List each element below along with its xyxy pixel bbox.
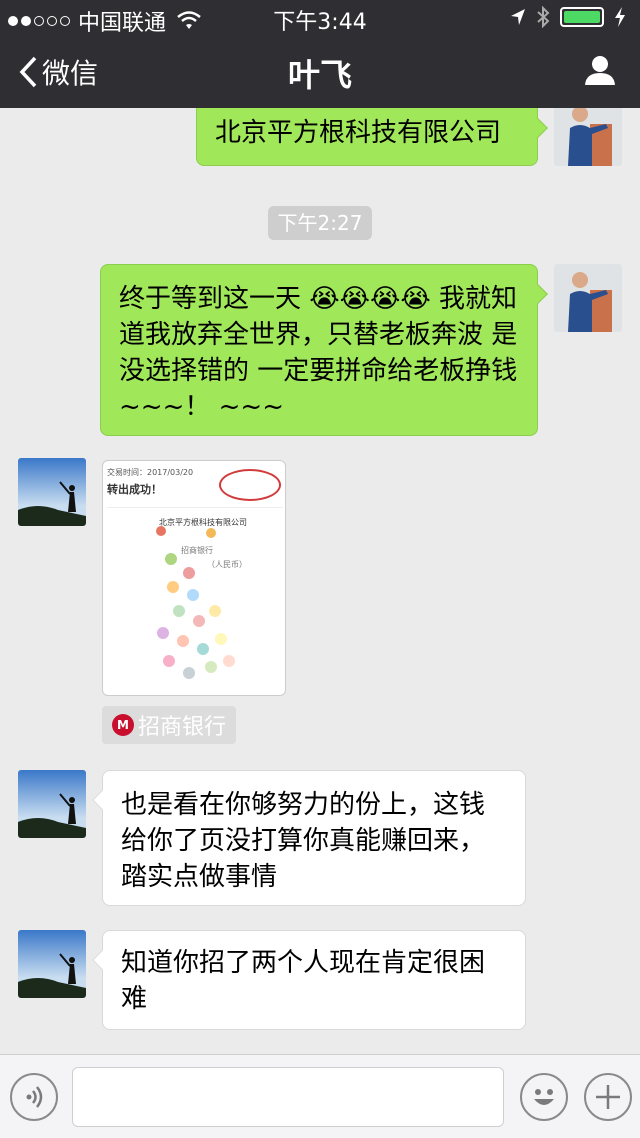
voice-button[interactable] — [10, 1073, 58, 1121]
bluetooth-icon — [537, 6, 550, 28]
message-text: 也是看在你够努力的份上，这钱给你了页没打算你真能赚回来，踏实点做事情 — [121, 790, 486, 892]
avatar-other[interactable] — [18, 458, 86, 526]
message-text: 知道你招了两个人现在肯定很困难 — [121, 948, 486, 1014]
status-bar: 中国联通 下午3:44 — [0, 0, 640, 36]
avatar-other[interactable] — [18, 930, 86, 998]
message-bubble-me[interactable]: 终于等到这一天 😭😭😭😭 我就知道我放弃全世界，只替老板奔波 是没选择错的 一定… — [100, 264, 548, 436]
voice-icon — [26, 1086, 43, 1108]
transfer-receipt-image[interactable]: 交易时间：2017/03/20 转出成功！ 北京平方根科技有限公司 招商银行 （… — [102, 460, 286, 696]
profile-button[interactable] — [584, 54, 616, 90]
avatar-other[interactable] — [18, 770, 86, 838]
status-right — [510, 6, 626, 28]
back-button[interactable]: 微信 — [18, 52, 98, 92]
message-bubble-me[interactable]: 北京平方根科技有限公司 — [196, 108, 548, 166]
person-icon — [585, 56, 615, 85]
receipt-censor-dots — [156, 526, 235, 679]
message-text: 北京平方根科技有限公司 — [215, 118, 502, 148]
message-bubble-other[interactable]: 也是看在你够努力的份上，这钱给你了页没打算你真能赚回来，踏实点做事情 — [92, 770, 526, 906]
nav-bar: 微信 叶飞 — [0, 36, 640, 108]
add-button[interactable] — [584, 1073, 632, 1121]
header: 中国联通 下午3:44 微信 叶飞 — [0, 0, 640, 108]
location-icon — [511, 9, 525, 25]
emoji-button[interactable] — [520, 1073, 568, 1121]
bank-tag-label: 招商银行 — [138, 715, 227, 740]
battery-icon — [560, 7, 604, 27]
chat-area[interactable]: 北京平方根科技有限公司 下午2:27 终于等到这一天 😭😭😭😭 我就知道我放弃全… — [0, 108, 640, 1054]
plus-icon — [596, 1085, 620, 1109]
input-bar — [0, 1054, 640, 1138]
avatar-me[interactable] — [554, 264, 622, 332]
message-input[interactable] — [72, 1067, 504, 1127]
bank-logo-icon: M — [112, 714, 134, 736]
avatar-me[interactable] — [554, 108, 622, 166]
smiley-icon — [534, 1089, 554, 1105]
message-text: 终于等到这一天 😭😭😭😭 我就知道我放弃全世界，只替老板奔波 是没选择错的 一定… — [119, 284, 518, 422]
message-bubble-other[interactable]: 知道你招了两个人现在肯定很困难 — [92, 930, 526, 1030]
timestamp-badge: 下午2:27 — [268, 206, 372, 240]
bank-tag[interactable]: M 招商银行 — [102, 706, 236, 744]
charging-icon — [615, 7, 625, 27]
back-label: 微信 — [42, 57, 99, 90]
chevron-left-icon — [19, 56, 37, 88]
